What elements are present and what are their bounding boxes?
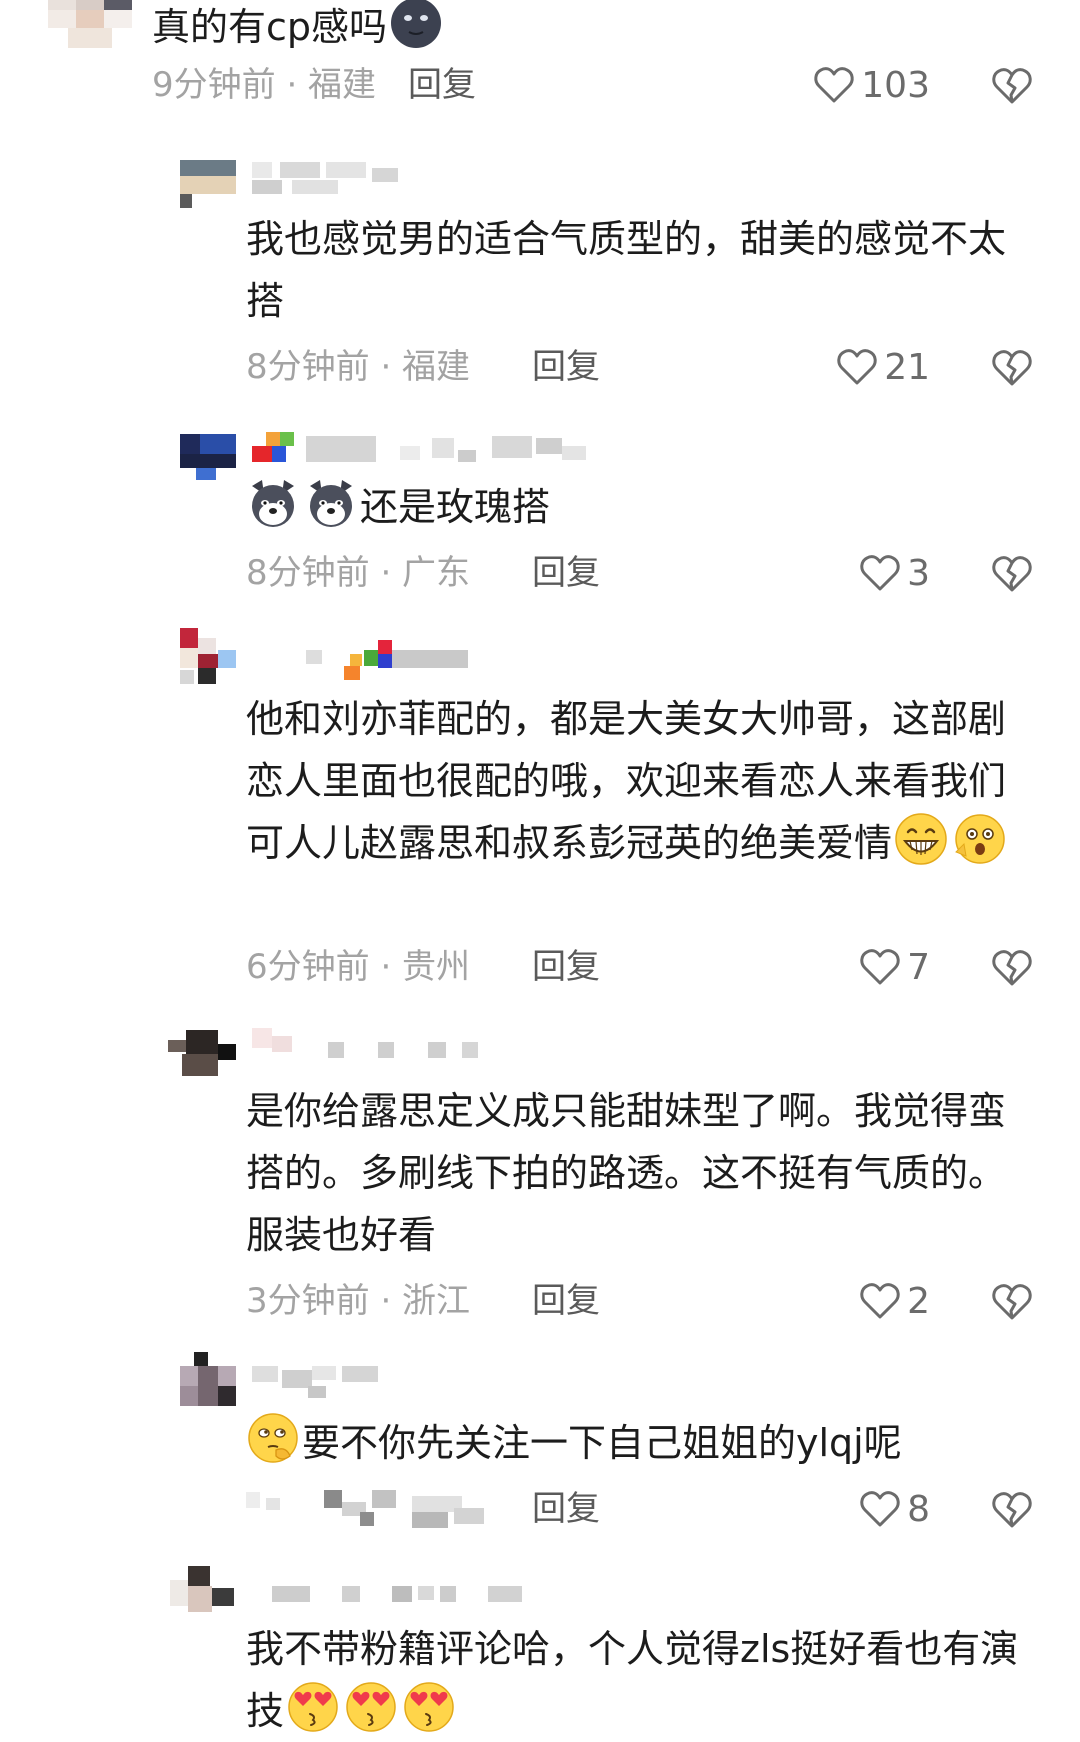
like-button[interactable]: 103 bbox=[710, 60, 930, 110]
like-button[interactable]: 21 bbox=[730, 342, 930, 392]
username[interactable] bbox=[252, 1582, 532, 1612]
username[interactable] bbox=[252, 162, 402, 202]
heart-icon bbox=[860, 1491, 900, 1527]
like-count: 103 bbox=[861, 64, 930, 106]
heart-eyes-emoji bbox=[346, 1682, 396, 1732]
username[interactable] bbox=[252, 1366, 392, 1402]
like-count: 21 bbox=[884, 346, 930, 388]
avatar[interactable] bbox=[180, 428, 236, 488]
reply-button[interactable]: 回复 bbox=[532, 1484, 600, 1534]
like-button[interactable]: 8 bbox=[730, 1484, 930, 1534]
broken-heart-icon[interactable] bbox=[990, 346, 1034, 390]
comment-text-content: 是你给露思定义成只能甜妹型了啊。我觉得蛮搭的。多刷线下拍的路透。这不挺有气质的。… bbox=[246, 1089, 1007, 1257]
comment-meta: 3分钟前 · 浙江 bbox=[246, 1281, 471, 1321]
broken-heart-icon[interactable] bbox=[990, 946, 1034, 990]
husky-emoji bbox=[310, 480, 352, 527]
reply-button[interactable]: 回复 bbox=[532, 942, 600, 992]
comment-meta bbox=[246, 1484, 496, 1534]
grinning-emoji bbox=[895, 813, 947, 865]
comment-text-content: 真的有cp感吗 bbox=[152, 5, 388, 49]
comment-meta: 8分钟前 · 福建 bbox=[246, 347, 471, 387]
heart-icon bbox=[814, 67, 854, 103]
username[interactable] bbox=[252, 1028, 492, 1068]
comment-text: 我也感觉男的适合气质型的，甜美的感觉不太搭 bbox=[246, 208, 1016, 332]
username[interactable] bbox=[252, 630, 482, 686]
comment-text: 是你给露思定义成只能甜妹型了啊。我觉得蛮搭的。多刷线下拍的路透。这不挺有气质的。… bbox=[246, 1080, 1016, 1266]
shocked-emoji bbox=[955, 814, 1005, 864]
avatar[interactable] bbox=[170, 1566, 236, 1616]
heart-icon bbox=[860, 555, 900, 591]
heart-icon bbox=[837, 349, 877, 385]
comment-text-content: 他和刘亦菲配的，都是大美女大帅哥，这部剧恋人里面也很配的哦，欢迎来看恋人来看我们… bbox=[246, 697, 1007, 865]
comment-meta: 8分钟前 · 广东 bbox=[246, 553, 471, 593]
comment-text-content: 要不你先关注一下自己姐姐的ylqj呢 bbox=[302, 1421, 902, 1465]
heart-icon bbox=[860, 1283, 900, 1319]
avatar[interactable] bbox=[168, 1030, 236, 1080]
comment-meta: 9分钟前 · 福建 bbox=[152, 65, 377, 105]
avatar[interactable] bbox=[180, 1352, 236, 1408]
comment-text-content: 还是玫瑰搭 bbox=[360, 485, 551, 529]
like-count: 7 bbox=[907, 946, 930, 988]
comment-text: 他和刘亦菲配的，都是大美女大帅哥，这部剧恋人里面也很配的哦，欢迎来看恋人来看我们… bbox=[246, 688, 1016, 874]
comment-text: 还是玫瑰搭 bbox=[246, 476, 1016, 538]
comment-text-content: 我也感觉男的适合气质型的，甜美的感觉不太搭 bbox=[246, 217, 1007, 323]
avatar[interactable] bbox=[48, 0, 132, 48]
reply-button[interactable]: 回复 bbox=[532, 548, 600, 598]
broken-heart-icon[interactable] bbox=[990, 552, 1034, 596]
avatar[interactable] bbox=[180, 628, 236, 688]
comment-text: 要不你先关注一下自己姐姐的ylqj呢 bbox=[246, 1412, 1036, 1474]
like-button[interactable]: 3 bbox=[730, 548, 930, 598]
husky-emoji bbox=[252, 480, 294, 527]
comment-text: 真的有cp感吗 bbox=[152, 0, 1012, 58]
heart-eyes-emoji bbox=[404, 1682, 454, 1732]
comment-text: 我不带粉籍评论哈，个人觉得zls挺好看也有演技 bbox=[246, 1618, 1046, 1742]
username[interactable] bbox=[252, 432, 592, 472]
like-count: 8 bbox=[907, 1488, 930, 1530]
like-button[interactable]: 7 bbox=[730, 942, 930, 992]
thinking-emoji bbox=[248, 1413, 298, 1463]
heart-icon bbox=[860, 949, 900, 985]
avatar[interactable] bbox=[180, 146, 236, 208]
reply-button[interactable]: 回复 bbox=[408, 60, 476, 110]
broken-heart-icon[interactable] bbox=[990, 64, 1034, 108]
broken-heart-icon[interactable] bbox=[990, 1488, 1034, 1532]
reply-button[interactable]: 回复 bbox=[532, 342, 600, 392]
like-count: 2 bbox=[907, 1280, 930, 1322]
comment-meta: 6分钟前 · 贵州 bbox=[246, 947, 471, 987]
dark-face-emoji bbox=[391, 0, 442, 48]
heart-eyes-emoji bbox=[288, 1682, 338, 1732]
like-button[interactable]: 2 bbox=[730, 1276, 930, 1326]
like-count: 3 bbox=[907, 552, 930, 594]
broken-heart-icon[interactable] bbox=[990, 1280, 1034, 1324]
reply-button[interactable]: 回复 bbox=[532, 1276, 600, 1326]
